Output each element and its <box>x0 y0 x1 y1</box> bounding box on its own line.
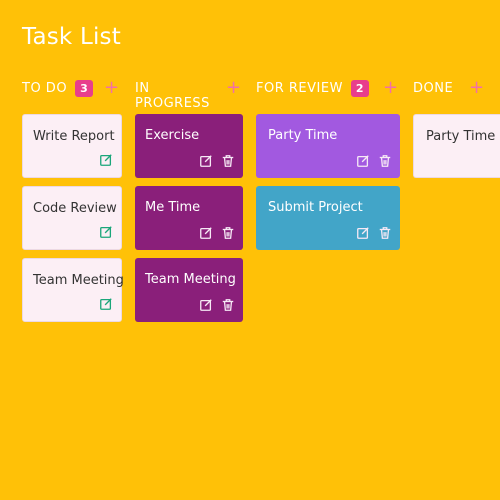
task-title: Party Time <box>426 129 496 144</box>
column-header-inprogress: IN PROGRESS <box>135 80 225 111</box>
add-card-inprogress-button[interactable]: + <box>226 77 242 98</box>
task-title: Me Time <box>145 200 201 215</box>
edit-icon[interactable] <box>356 226 370 240</box>
trash-icon[interactable] <box>221 226 235 240</box>
plus-icon: + <box>104 77 120 98</box>
task-title: Exercise <box>145 128 200 143</box>
add-card-todo-button[interactable]: + <box>104 77 120 98</box>
edit-icon[interactable] <box>99 225 113 239</box>
count-badge: 2 <box>350 80 370 97</box>
page-title: Task List <box>22 24 121 50</box>
edit-icon[interactable] <box>199 154 213 168</box>
task-title: Team Meeting <box>33 273 124 288</box>
task-card[interactable]: Party Time <box>413 114 500 178</box>
task-card[interactable]: Submit Project <box>256 186 400 250</box>
edit-icon[interactable] <box>99 297 113 311</box>
column-title: IN PROGRESS <box>135 81 210 111</box>
plus-icon: + <box>226 77 242 98</box>
column-title: FOR REVIEW <box>256 81 343 96</box>
trash-icon[interactable] <box>378 226 392 240</box>
task-title: Write Report <box>33 129 115 144</box>
task-card[interactable]: Code Review <box>22 186 122 250</box>
task-title: Code Review <box>33 201 117 216</box>
add-card-done-button[interactable]: + <box>469 77 485 98</box>
task-card[interactable]: Party Time <box>256 114 400 178</box>
trash-icon[interactable] <box>221 154 235 168</box>
column-header-review: FOR REVIEW 2 <box>256 80 396 110</box>
trash-icon[interactable] <box>378 154 392 168</box>
task-title: Team Meeting <box>145 272 236 287</box>
edit-icon[interactable] <box>99 153 113 167</box>
count-badge: 3 <box>75 80 94 97</box>
plus-icon: + <box>469 77 485 98</box>
task-title: Submit Project <box>268 200 363 215</box>
task-card[interactable]: Me Time <box>135 186 243 250</box>
edit-icon[interactable] <box>199 226 213 240</box>
column-header-done: DONE <box>413 80 473 110</box>
trash-icon[interactable] <box>221 298 235 312</box>
edit-icon[interactable] <box>356 154 370 168</box>
task-title: Party Time <box>268 128 338 143</box>
add-card-review-button[interactable]: + <box>383 77 399 98</box>
column-title: TO DO <box>22 81 68 96</box>
task-card[interactable]: Exercise <box>135 114 243 178</box>
edit-icon[interactable] <box>199 298 213 312</box>
task-card[interactable]: Team Meeting <box>135 258 243 322</box>
plus-icon: + <box>383 77 399 98</box>
task-card[interactable]: Write Report <box>22 114 122 178</box>
task-card[interactable]: Team Meeting <box>22 258 124 322</box>
column-title: DONE <box>413 81 454 96</box>
